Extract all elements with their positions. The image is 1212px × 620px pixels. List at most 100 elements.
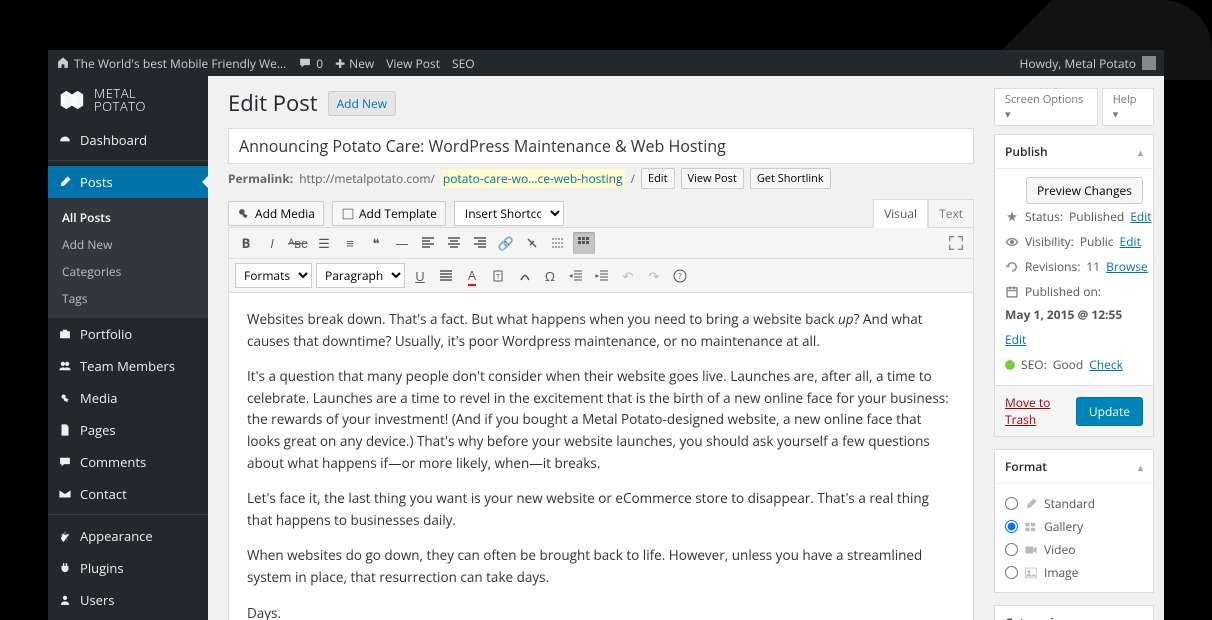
seo-check-link[interactable]: Check — [1089, 356, 1123, 373]
blockquote-button[interactable]: ❝ — [365, 232, 387, 254]
toolbar-toggle-button[interactable] — [573, 232, 595, 254]
browse-revisions-link[interactable]: Browse — [1106, 258, 1148, 275]
indent-button[interactable] — [591, 265, 613, 287]
comments-indicator[interactable]: 0 — [298, 55, 323, 72]
add-media-button[interactable]: Add Media — [228, 201, 324, 226]
submenu-add-new[interactable]: Add New — [48, 231, 208, 258]
preview-changes-button[interactable]: Preview Changes — [1026, 177, 1143, 204]
revisions-icon — [1005, 260, 1019, 274]
help-tab[interactable]: Help ▾ — [1102, 88, 1154, 126]
menu-tools[interactable]: Tools — [48, 616, 208, 620]
menu-users[interactable]: Users — [48, 584, 208, 616]
strikethrough-button[interactable]: ᴬʙᴄ — [287, 232, 309, 254]
distraction-free-button[interactable] — [947, 234, 965, 252]
special-char-button[interactable]: Ω — [539, 265, 561, 287]
seo-link[interactable]: SEO — [452, 55, 475, 72]
page-heading: Edit Post — [228, 88, 318, 118]
seo-indicator-icon — [1005, 360, 1015, 370]
admin-sidebar: METALPOTATO Dashboard Posts All Posts Ad… — [48, 76, 208, 620]
svg-text:T: T — [496, 273, 500, 282]
edit-visibility-link[interactable]: Edit — [1120, 233, 1141, 250]
align-justify-button[interactable] — [435, 265, 457, 287]
ordered-list-button[interactable]: ≡ — [339, 232, 361, 254]
unordered-list-button[interactable]: ☰ — [313, 232, 335, 254]
publish-metabox-toggle[interactable]: Publish▴ — [995, 135, 1153, 169]
text-tab[interactable]: Text — [928, 199, 974, 228]
align-left-button[interactable] — [417, 232, 439, 254]
brand-logo[interactable]: METALPOTATO — [48, 76, 208, 124]
view-post-button[interactable]: View Post — [681, 168, 744, 189]
update-button[interactable]: Update — [1076, 397, 1143, 426]
menu-media[interactable]: Media — [48, 382, 208, 414]
align-right-button[interactable] — [469, 232, 491, 254]
categories-metabox-toggle[interactable]: Categories▴ — [995, 606, 1153, 620]
categories-metabox: Categories▴ All Categories Most Used How… — [994, 605, 1154, 620]
format-metabox-toggle[interactable]: Format▴ — [995, 450, 1153, 484]
link-button[interactable]: 🔗 — [495, 232, 517, 254]
editor-toolbar-1: B I ᴬʙᴄ ☰ ≡ ❝ — 🔗 — [229, 228, 973, 259]
unlink-button[interactable] — [521, 232, 543, 254]
add-new-button[interactable]: Add New — [328, 91, 396, 116]
get-shortlink-button[interactable]: Get Shortlink — [750, 168, 831, 189]
move-to-trash-link[interactable]: Move to Trash — [1005, 394, 1076, 428]
undo-button[interactable]: ↶ — [617, 265, 639, 287]
submenu-tags[interactable]: Tags — [48, 285, 208, 312]
format-standard-radio[interactable]: Standard — [1005, 492, 1143, 515]
editor: B I ᴬʙᴄ ☰ ≡ ❝ — 🔗 Formats Paragraph U A … — [228, 227, 974, 620]
calendar-icon — [1005, 285, 1019, 299]
paragraph-select[interactable]: Paragraph — [316, 263, 405, 288]
menu-comments[interactable]: Comments — [48, 446, 208, 478]
help-button[interactable]: ? — [669, 265, 691, 287]
view-post-link[interactable]: View Post — [386, 55, 440, 72]
chevron-up-icon: ▴ — [1138, 145, 1143, 159]
menu-contact[interactable]: Contact — [48, 478, 208, 510]
text-color-button[interactable]: A — [461, 265, 483, 287]
italic-button[interactable]: I — [261, 232, 283, 254]
submenu-categories[interactable]: Categories — [48, 258, 208, 285]
format-metabox: Format▴ Standard Gallery Video Image — [994, 449, 1154, 593]
avatar[interactable] — [1142, 56, 1156, 70]
format-image-radio[interactable]: Image — [1005, 561, 1143, 584]
underline-button[interactable]: U — [409, 265, 431, 287]
admin-bar: The World's best Mobile Friendly We… 0 ✚… — [48, 50, 1164, 76]
menu-dashboard[interactable]: Dashboard — [48, 124, 208, 156]
editor-content[interactable]: Websites break down. That's a fact. But … — [229, 293, 973, 620]
menu-team[interactable]: Team Members — [48, 350, 208, 382]
menu-plugins[interactable]: Plugins — [48, 552, 208, 584]
edit-status-link[interactable]: Edit — [1130, 208, 1151, 225]
editor-toolbar-2: Formats Paragraph U A T Ω ↶ ↷ ? — [229, 259, 973, 293]
edit-date-link[interactable]: Edit — [1005, 331, 1026, 348]
howdy-user[interactable]: Howdy, Metal Potato — [1020, 55, 1136, 72]
add-template-button[interactable]: Add Template — [332, 201, 446, 226]
redo-button[interactable]: ↷ — [643, 265, 665, 287]
bold-button[interactable]: B — [235, 232, 257, 254]
menu-pages[interactable]: Pages — [48, 414, 208, 446]
hr-button[interactable]: — — [391, 232, 413, 254]
chevron-up-icon: ▴ — [1138, 616, 1143, 620]
permalink-slug[interactable]: potato-care-wo…ce-web-hosting — [441, 169, 625, 188]
format-video-radio[interactable]: Video — [1005, 538, 1143, 561]
edit-permalink-button[interactable]: Edit — [641, 168, 675, 189]
clear-formatting-button[interactable] — [513, 265, 535, 287]
pin-icon — [1005, 210, 1019, 224]
menu-appearance[interactable]: Appearance — [48, 520, 208, 552]
paste-text-button[interactable]: T — [487, 265, 509, 287]
menu-portfolio[interactable]: Portfolio — [48, 318, 208, 350]
screen-options-tab[interactable]: Screen Options ▾ — [994, 88, 1098, 126]
format-gallery-radio[interactable]: Gallery — [1005, 515, 1143, 538]
read-more-button[interactable] — [547, 232, 569, 254]
publish-metabox: Publish▴ Preview Changes Status: Publish… — [994, 134, 1154, 437]
insert-shortcode-select[interactable]: Insert Shortcode… — [454, 201, 564, 226]
formats-select[interactable]: Formats — [235, 263, 312, 288]
svg-text:?: ? — [678, 271, 682, 282]
visual-tab[interactable]: Visual — [873, 199, 928, 228]
submenu-all-posts[interactable]: All Posts — [48, 204, 208, 231]
menu-posts[interactable]: Posts — [48, 166, 208, 198]
site-title: The World's best Mobile Friendly We… — [74, 55, 286, 72]
site-switcher[interactable]: The World's best Mobile Friendly We… — [56, 55, 286, 72]
new-content[interactable]: ✚ New — [335, 55, 374, 72]
align-center-button[interactable] — [443, 232, 465, 254]
visibility-icon — [1005, 235, 1019, 249]
post-title-input[interactable] — [228, 128, 974, 164]
outdent-button[interactable] — [565, 265, 587, 287]
